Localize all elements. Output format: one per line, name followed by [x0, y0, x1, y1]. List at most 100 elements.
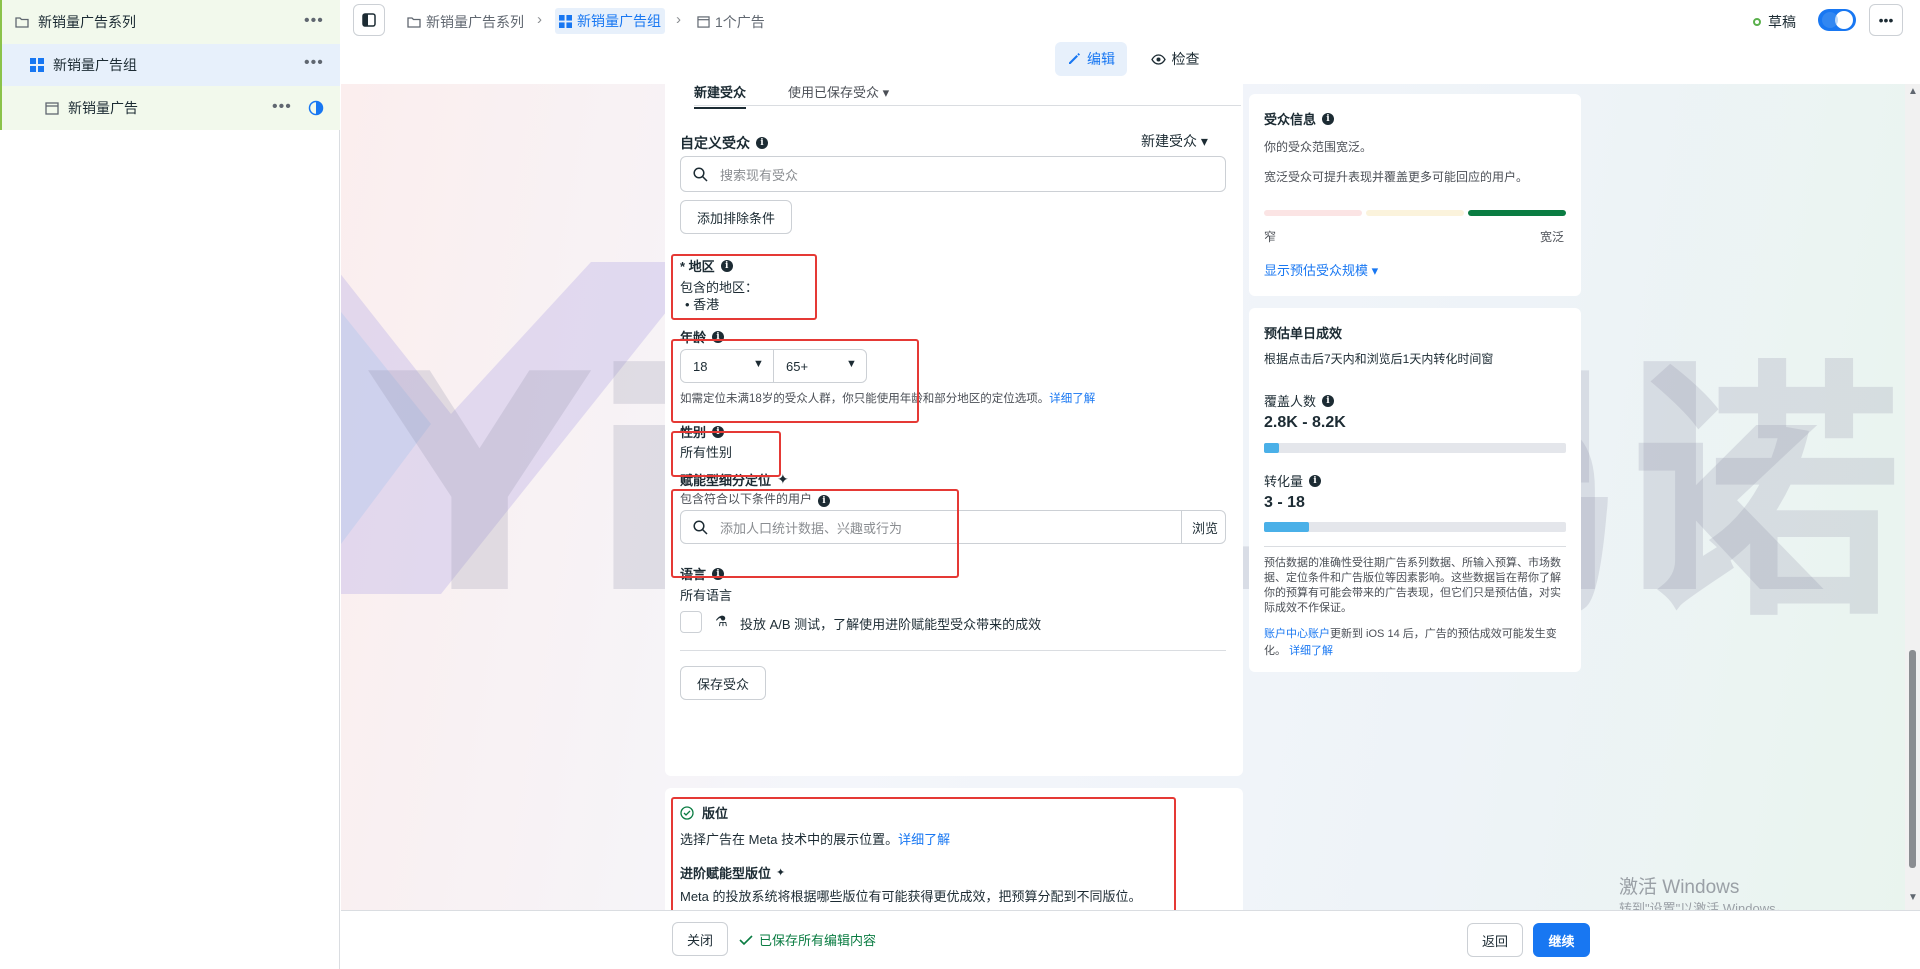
breadcrumb-ad-label: 1个广告 [715, 14, 765, 30]
folder-icon [14, 14, 30, 30]
age-min-value: 18 [693, 358, 708, 374]
detailed-targeting-label: 赋能型细分定位 ✦ [680, 471, 789, 488]
scroll-down-icon[interactable]: ▼ [1908, 892, 1918, 903]
ab-test-checkbox[interactable] [680, 611, 702, 633]
campaign-tree: 新销量广告系列 ••• 新销量广告组 ••• 新销量广告 ••• [0, 0, 340, 969]
windows-activation-sub: 转到"设置"以激活 Windows。 [1619, 901, 1789, 910]
half-circle-status-icon [308, 100, 324, 119]
info-icon[interactable]: i [818, 495, 831, 507]
audience-search-input[interactable]: 搜索现有受众 [680, 156, 1226, 192]
info-icon[interactable]: i [756, 137, 768, 149]
age-label: 年龄 i [680, 327, 725, 346]
estimate-title: 预估单日成效 [1264, 326, 1343, 341]
eye-icon [1150, 53, 1166, 65]
gender-value: 所有性别 [680, 445, 733, 460]
reach-bar [1264, 443, 1566, 453]
info-icon[interactable]: i [712, 330, 725, 343]
search-icon [693, 166, 708, 182]
scroll-up-icon[interactable]: ▲ [1908, 86, 1918, 97]
caret-down-icon: ▼ [753, 358, 764, 370]
breadcrumb-adset[interactable]: 新销量广告组 [555, 8, 665, 34]
ab-test-label: 投放 A/B 测试，了解使用进阶赋能型受众带来的成效 [740, 617, 1042, 632]
tab-saved-audience[interactable]: 使用已保存受众 ▾ [788, 84, 889, 101]
meter-broad-label: 宽泛 [1540, 230, 1565, 244]
ad-page-icon [697, 16, 710, 28]
audience-info-card: 受众信息 i 你的受众范围宽泛。 宽泛受众可提升表现并覆盖更多可能回应的用户。 窄… [1249, 94, 1581, 296]
show-audience-size-link[interactable]: 显示预估受众规模 ▾ [1264, 260, 1378, 279]
sparkle-icon: ✦ [777, 471, 789, 487]
tree-item-label: 新销量广告系列 [38, 14, 136, 30]
detailed-targeting-input[interactable]: 添加人口统计数据、兴趣或行为 浏览 [680, 510, 1226, 544]
review-mode-label: 检查 [1171, 51, 1200, 67]
info-icon[interactable]: i [712, 567, 725, 580]
tree-item-adset[interactable]: 新销量广告组 ••• [0, 44, 340, 86]
status-toggle[interactable] [1818, 9, 1856, 31]
audience-card: 新建受众 使用已保存受众 ▾ 自定义受众 i 新建受众 ▾ 搜索现有受众 添加排除… [665, 84, 1243, 776]
status-label: 草稿 [1768, 14, 1796, 30]
toggle-sidebar-button[interactable] [353, 4, 385, 36]
close-button[interactable]: 关闭 [672, 922, 728, 956]
language-label: 语言 i [680, 564, 725, 583]
age-max-select[interactable]: 65+ ▼ [773, 349, 867, 383]
info-icon[interactable]: i [712, 425, 725, 438]
conversion-value: 3 - 18 [1264, 494, 1305, 511]
ios-note: 账户中心账户更新到 iOS 14 后，广告的预估成效可能发生变化。 详细了解 [1264, 628, 1557, 657]
grid-icon [29, 57, 45, 73]
browse-button[interactable]: 浏览 [1181, 511, 1218, 543]
caret-down-icon: ▼ [846, 358, 857, 370]
info-icon[interactable]: i [1322, 394, 1335, 407]
estimated-results-card: 预估单日成效 根据点击后7天内和浏览后1天内转化时间窗 覆盖人数 i 2.8K -… [1249, 308, 1581, 672]
new-audience-dropdown[interactable]: 新建受众 ▾ [1141, 131, 1208, 151]
edit-mode-button[interactable]: 编辑 [1055, 42, 1127, 76]
chevron-right-icon: › [676, 11, 681, 28]
reach-label: 覆盖人数 i [1264, 391, 1335, 410]
breadcrumb-ad[interactable]: 1个广告 [697, 12, 765, 32]
breadcrumb-campaign[interactable]: 新销量广告系列 [407, 12, 524, 32]
windows-activation-title: 激活 Windows [1619, 877, 1740, 898]
main-scrollbar[interactable]: ▲ ▼ [1905, 84, 1920, 910]
main-content: YinoLink 易诺 新建受众 使用已保存受众 ▾ 自定义受众i 新建受众 ▾… [341, 84, 1920, 910]
save-status: 已保存所有编辑内容 [739, 930, 876, 949]
more-options-icon[interactable]: ••• [272, 98, 292, 116]
back-button[interactable]: 返回 [1467, 923, 1523, 957]
tree-item-campaign[interactable]: 新销量广告系列 ••• [0, 0, 340, 44]
more-options-icon[interactable]: ••• [304, 12, 324, 30]
estimate-subtitle: 根据点击后7天内和浏览后1天内转化时间窗 [1264, 352, 1494, 366]
audience-info-line1: 你的受众范围宽泛。 [1264, 140, 1373, 154]
info-icon[interactable]: i [1322, 112, 1335, 125]
edit-mode-label: 编辑 [1087, 51, 1115, 67]
account-center-link[interactable]: 账户中心账户 [1264, 628, 1330, 640]
ad-page-icon [44, 100, 60, 116]
more-options-icon[interactable]: ••• [304, 54, 324, 72]
review-mode-button[interactable]: 检查 [1141, 42, 1209, 76]
continue-button[interactable]: 继续 [1533, 923, 1590, 957]
placements-learn-more-link[interactable]: 详细了解 [898, 832, 950, 847]
sparkle-icon: ✦ [776, 867, 786, 879]
breadcrumb-adset-label: 新销量广告组 [577, 13, 661, 29]
scrollbar-thumb[interactable] [1909, 650, 1916, 868]
mode-bar: 编辑 检查 [341, 42, 1920, 84]
ios-learn-more-link[interactable]: 详细了解 [1289, 645, 1333, 657]
audience-breadth-meter [1264, 210, 1566, 216]
age-max-value: 65+ [786, 358, 809, 374]
age-min-select[interactable]: 18 ▼ [680, 349, 774, 383]
audience-info-title: 受众信息 i [1264, 109, 1335, 128]
advantage-placements-desc: Meta 的投放系统将根据哪些版位有可能获得更优成效，把预算分配到不同版位。 [680, 889, 1142, 904]
info-icon[interactable]: i [1309, 474, 1322, 487]
info-icon[interactable]: i [720, 259, 733, 272]
reach-value: 2.8K - 8.2K [1264, 414, 1346, 431]
detailed-targeting-placeholder: 添加人口统计数据、兴趣或行为 [720, 520, 903, 536]
estimate-disclaimer: 预估数据的准确性受往期广告系列数据、所输入预算、市场数据、定位条件和广告版位等因… [1264, 557, 1561, 614]
custom-audience-label: 自定义受众 i [680, 133, 768, 153]
age-note-link[interactable]: 详细了解 [1049, 393, 1095, 405]
flask-icon: ⚗ [715, 613, 728, 629]
age-note: 如需定位未满18岁的受众人群，你只能使用年龄和部分地区的定位选项。详细了解 [680, 393, 1096, 405]
tree-item-ad[interactable]: 新销量广告 ••• [0, 86, 340, 130]
check-circle-icon [680, 805, 694, 820]
save-audience-button[interactable]: 保存受众 [680, 666, 766, 700]
add-exclusion-button[interactable]: 添加排除条件 [680, 200, 792, 234]
conversion-label: 转化量 i [1264, 471, 1322, 490]
more-actions-button[interactable]: ••• [1869, 4, 1903, 36]
audience-search-placeholder: 搜索现有受众 [720, 167, 799, 183]
placements-desc: 选择广告在 Meta 技术中的展示位置。详细了解 [680, 832, 951, 847]
